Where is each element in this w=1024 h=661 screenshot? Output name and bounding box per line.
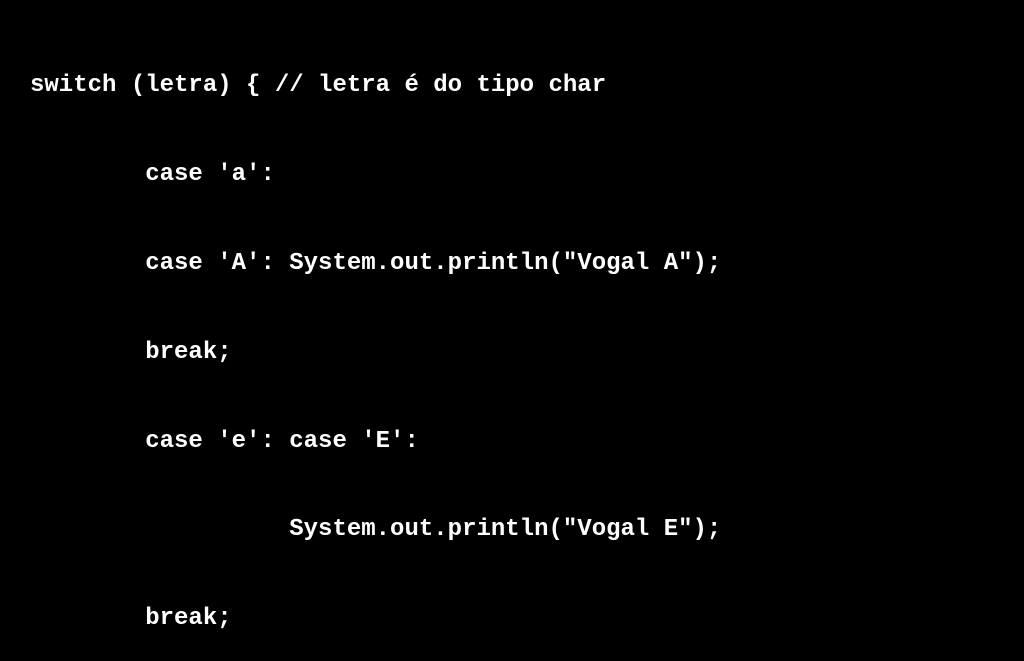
code-line: case 'e': case 'E': bbox=[30, 420, 994, 464]
code-line: System.out.println("Vogal E"); bbox=[30, 508, 994, 552]
code-line: switch (letra) { // letra é do tipo char bbox=[30, 64, 994, 108]
code-line: break; bbox=[30, 597, 994, 641]
code-block: switch (letra) { // letra é do tipo char… bbox=[0, 0, 1024, 661]
code-line: break; bbox=[30, 331, 994, 375]
code-line: case 'a': bbox=[30, 153, 994, 197]
code-line: case 'A': System.out.println("Vogal A"); bbox=[30, 242, 994, 286]
